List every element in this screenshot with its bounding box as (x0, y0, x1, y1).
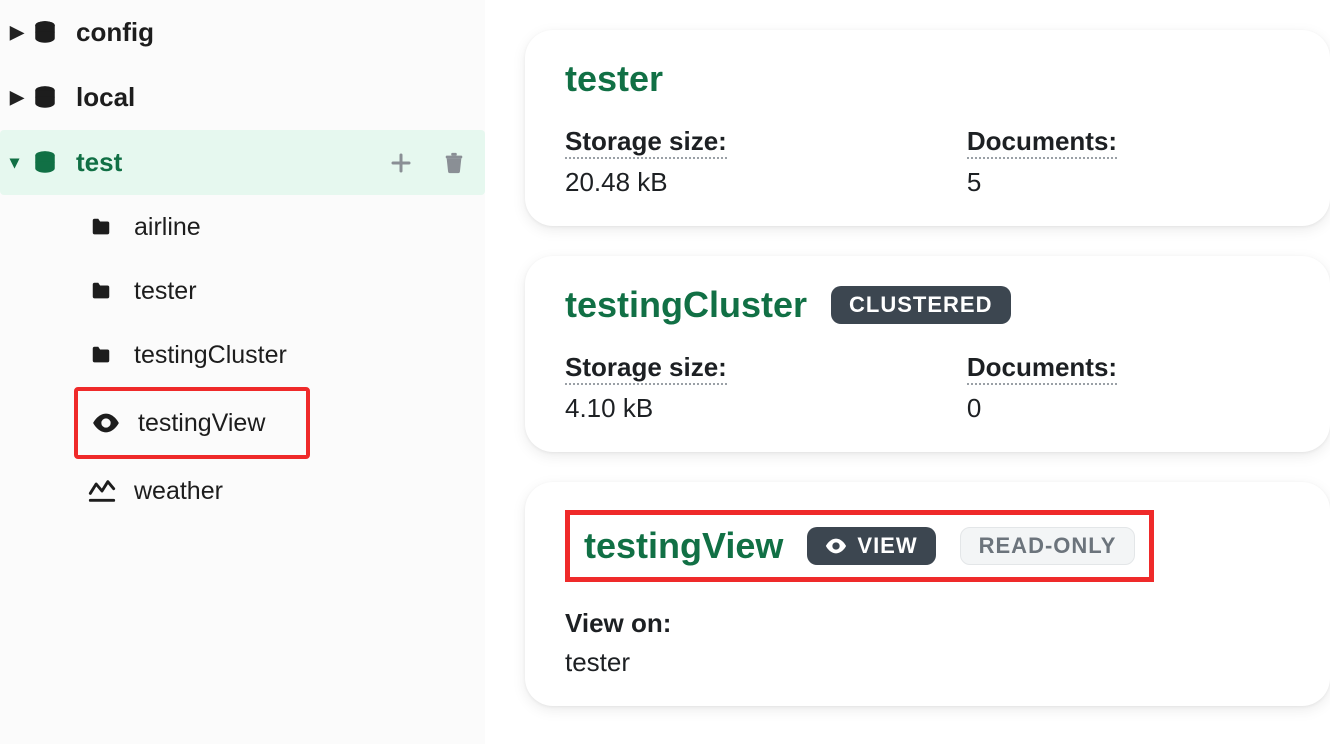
plus-icon[interactable] (389, 151, 413, 175)
stat-value: 5 (967, 167, 1117, 198)
stat-label: View on: (565, 608, 671, 639)
stat-view-on: View on: tester (565, 608, 1290, 678)
sidebar-item-label: tester (134, 277, 197, 306)
database-icon (32, 84, 58, 112)
sidebar-db-label: test (76, 147, 389, 178)
sidebar-item-label: weather (134, 477, 223, 506)
eye-icon (825, 538, 847, 554)
stat-documents: Documents: 5 (967, 126, 1117, 198)
collection-card-tester: tester Storage size: 20.48 kB Documents:… (525, 30, 1330, 226)
stat-value: tester (565, 647, 1290, 678)
badge-text: READ-ONLY (979, 533, 1117, 558)
badge-view: VIEW (807, 527, 935, 565)
stat-label: Storage size: (565, 126, 727, 159)
caret-right-icon: ▶ (10, 87, 32, 108)
annotation-highlight: testingView VIEW READ-ONLY (565, 510, 1154, 582)
sidebar-item-testingview[interactable]: testingView (78, 391, 306, 455)
sidebar-db-label: config (76, 17, 465, 48)
sidebar-item-label: airline (134, 213, 201, 242)
caret-down-icon: ▾ (10, 152, 32, 173)
sidebar-item-tester[interactable]: tester (0, 259, 485, 323)
folder-icon (88, 216, 120, 238)
stat-label: Documents: (967, 126, 1117, 159)
eye-icon (92, 413, 124, 433)
timeseries-icon (88, 479, 120, 503)
stat-value: 4.10 kB (565, 393, 727, 424)
stat-value: 0 (967, 393, 1117, 424)
folder-icon (88, 344, 120, 366)
badge-text: CLUSTERED (849, 292, 992, 318)
stat-storage-size: Storage size: 20.48 kB (565, 126, 727, 198)
sidebar-db-test[interactable]: ▾ test (0, 130, 485, 195)
stat-storage-size: Storage size: 4.10 kB (565, 352, 727, 424)
stat-label: Documents: (967, 352, 1117, 385)
collection-card-testingcluster: testingCluster CLUSTERED Storage size: 4… (525, 256, 1330, 452)
trash-icon[interactable] (443, 151, 465, 175)
main-content: tester Storage size: 20.48 kB Documents:… (485, 0, 1330, 744)
card-title[interactable]: testingView (584, 525, 783, 567)
caret-right-icon: ▶ (10, 22, 32, 43)
sidebar-item-testingcluster[interactable]: testingCluster (0, 323, 485, 387)
badge-text: VIEW (857, 533, 917, 559)
badge-clustered: CLUSTERED (831, 286, 1010, 324)
collection-card-testingview: testingView VIEW READ-ONLY View on: tes (525, 482, 1330, 706)
sidebar-db-config[interactable]: ▶ config (0, 0, 485, 65)
database-icon (32, 19, 58, 47)
sidebar-item-airline[interactable]: airline (0, 195, 485, 259)
card-title[interactable]: testingCluster (565, 284, 807, 326)
stat-value: 20.48 kB (565, 167, 727, 198)
folder-icon (88, 280, 120, 302)
stat-label: Storage size: (565, 352, 727, 385)
sidebar-item-label: testingCluster (134, 341, 287, 370)
sidebar-db-label: local (76, 82, 465, 113)
database-icon (32, 149, 58, 177)
card-title[interactable]: tester (565, 58, 663, 100)
sidebar: ▶ config ▶ local ▾ test (0, 0, 485, 744)
annotation-highlight: testingView (74, 387, 310, 459)
badge-readonly: READ-ONLY (960, 527, 1136, 565)
sidebar-db-local[interactable]: ▶ local (0, 65, 485, 130)
stat-documents: Documents: 0 (967, 352, 1117, 424)
sidebar-item-label: testingView (138, 409, 265, 438)
sidebar-item-weather[interactable]: weather (0, 459, 485, 523)
